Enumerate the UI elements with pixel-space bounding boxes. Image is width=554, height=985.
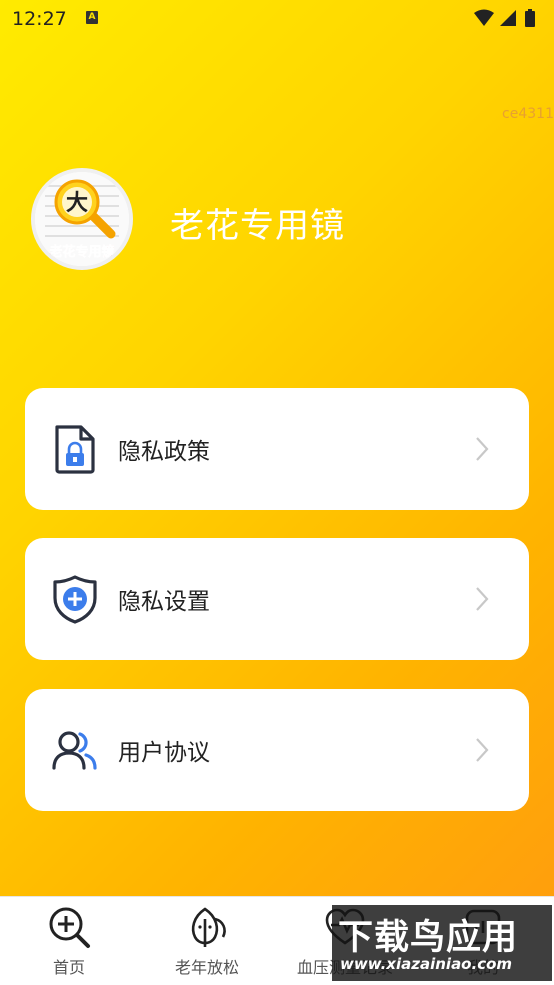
zoom-in-icon	[47, 905, 91, 949]
app-logo-avatar: 大 老花专用镜	[31, 168, 133, 270]
menu-item-privacy-settings[interactable]: 隐私设置	[25, 538, 529, 660]
document-lock-icon	[51, 424, 99, 474]
chevron-right-icon	[475, 737, 489, 767]
tab-label: 老年放松	[174, 958, 239, 977]
menu-item-label: 隐私设置	[118, 589, 210, 615]
menu-item-privacy-policy[interactable]: 隐私政策	[25, 388, 529, 510]
site-watermark: 下载鸟应用 www.xiazainiao.com	[332, 905, 552, 981]
menu-item-label: 用户协议	[118, 740, 210, 766]
avatar-caption: 老花专用镜	[48, 244, 114, 260]
chevron-right-icon	[475, 436, 489, 466]
battery-icon	[525, 9, 535, 27]
status-icons	[472, 8, 544, 32]
wifi-icon	[474, 9, 494, 26]
tab-label: 首页	[52, 958, 85, 977]
tab-elder-relax[interactable]: 老年放松	[147, 897, 267, 985]
menu-item-user-agreement[interactable]: 用户协议	[25, 689, 529, 811]
users-icon	[51, 725, 99, 775]
app-name: 老花专用镜	[170, 206, 345, 246]
watermark-title: 下载鸟应用	[338, 918, 519, 958]
watermark-url: www.xiazainiao.com	[340, 955, 513, 973]
id-watermark: ce4311	[502, 106, 554, 122]
notification-badge: A	[86, 11, 98, 24]
avatar-glyph: 大	[66, 191, 88, 216]
menu-item-label: 隐私政策	[118, 439, 210, 465]
shield-plus-icon	[51, 574, 99, 624]
status-time: 12:27	[12, 8, 67, 30]
status-bar: 12:27 A	[0, 0, 554, 36]
leaf-face-icon	[185, 905, 229, 949]
tab-home[interactable]: 首页	[9, 897, 129, 985]
signal-icon	[500, 10, 516, 26]
chevron-right-icon	[475, 586, 489, 616]
